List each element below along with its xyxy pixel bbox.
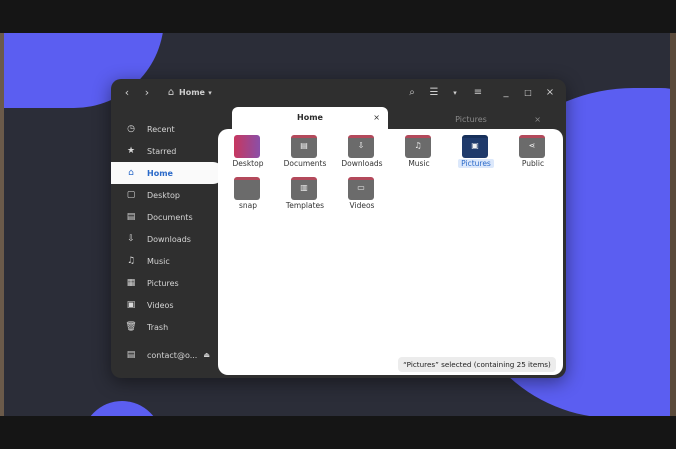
sidebar-item-label: Desktop (147, 190, 180, 200)
minimize-icon[interactable]: _ (499, 79, 513, 107)
sidebar-item-label: Music (147, 256, 170, 266)
file-item-desktop[interactable]: Desktop (218, 131, 278, 173)
sidebar-item-account[interactable]: ▤ contact@o... ⏏ (111, 344, 219, 366)
file-manager-window: ‹ › ⌂ Home ▾ ⌕ ☰ ▾ ≡ _ □ × Pictures × Ho… (111, 79, 566, 378)
download-icon: ⇩ (127, 234, 135, 244)
hamburger-menu-icon[interactable]: ≡ (471, 79, 485, 107)
letterbox-bottom (0, 416, 676, 449)
desktop-icon: ▢ (126, 190, 136, 200)
sidebar-item-videos[interactable]: ▣ Videos (111, 294, 219, 316)
letterbox-top (0, 0, 676, 33)
folder-icon: ♫ (405, 135, 431, 158)
file-item-snap[interactable]: snap (218, 173, 278, 215)
sidebar-item-label: Recent (147, 124, 175, 134)
wallpaper-blob-bottom (82, 401, 162, 416)
file-item-pictures[interactable]: ▣ Pictures (446, 131, 506, 173)
home-icon: ⌂ (167, 87, 175, 98)
file-name: Pictures (458, 159, 494, 168)
search-icon[interactable]: ⌕ (405, 79, 419, 107)
file-item-music[interactable]: ♫ Music (389, 131, 449, 173)
list-view-icon[interactable]: ☰ (427, 79, 441, 107)
file-item-videos[interactable]: ▭ Videos (332, 173, 392, 215)
caret-down-icon[interactable]: ▾ (205, 79, 215, 107)
file-item-templates[interactable]: ▥ Templates (275, 173, 335, 215)
file-view: Desktop ▤ Documents ⇩ Downloads ♫ Music … (218, 129, 563, 375)
file-name: Templates (285, 201, 325, 210)
sidebar-item-trash[interactable]: 🗑 Trash (111, 316, 219, 338)
header-bar: ‹ › ⌂ Home ▾ ⌕ ☰ ▾ ≡ _ □ × (111, 79, 566, 107)
file-item-documents[interactable]: ▤ Documents (275, 131, 335, 173)
sidebar-item-desktop[interactable]: ▢ Desktop (111, 184, 219, 206)
eject-icon[interactable]: ⏏ (203, 351, 210, 359)
file-name: Desktop (232, 159, 264, 168)
sidebar-item-label: Videos (147, 300, 174, 310)
folder-icon (234, 177, 260, 200)
folder-icon: ⋖ (519, 135, 545, 158)
file-item-downloads[interactable]: ⇩ Downloads (332, 131, 392, 173)
chevron-right-icon[interactable]: › (139, 79, 155, 107)
file-name: snap (238, 201, 258, 210)
tab-label: Pictures (455, 115, 487, 124)
file-name: Public (521, 159, 545, 168)
file-item-public[interactable]: ⋖ Public (503, 131, 563, 173)
sidebar-item-music[interactable]: ♫ Music (111, 250, 219, 272)
trash-icon: 🗑 (125, 322, 137, 332)
folder-icon: ▣ (462, 135, 488, 158)
sidebar-item-starred[interactable]: ★ Starred (111, 140, 219, 162)
video-icon: ▣ (126, 300, 136, 310)
star-icon: ★ (126, 146, 136, 156)
sidebar-item-recent[interactable]: ◷ Recent (111, 118, 219, 140)
status-overlay: “Pictures” selected (containing 25 items… (398, 357, 556, 372)
tab-label: Home (297, 113, 323, 122)
drive-icon: ▤ (126, 350, 136, 360)
sidebar-item-documents[interactable]: ▤ Documents (111, 206, 219, 228)
clock-icon: ◷ (127, 124, 135, 134)
maximize-icon[interactable]: □ (521, 79, 535, 107)
folder-icon: ▭ (348, 177, 374, 200)
close-icon[interactable]: × (373, 107, 380, 129)
sidebar-item-label: Trash (147, 322, 169, 332)
folder-icon: ▥ (291, 177, 317, 200)
picture-icon: ▦ (126, 278, 136, 288)
file-name: Music (408, 159, 430, 168)
document-icon: ▤ (126, 212, 136, 222)
home-icon: ⌂ (128, 168, 134, 178)
sidebar-item-label: Starred (147, 146, 177, 156)
chevron-left-icon[interactable]: ‹ (119, 79, 135, 107)
sidebar-item-pictures[interactable]: ▦ Pictures (111, 272, 219, 294)
caret-down-icon[interactable]: ▾ (449, 79, 461, 107)
sidebar-item-label: Pictures (147, 278, 179, 288)
location-label[interactable]: Home (179, 79, 205, 107)
sidebar-item-label: Home (147, 168, 173, 178)
sidebar-item-downloads[interactable]: ⇩ Downloads (111, 228, 219, 250)
background-edge-right (670, 33, 676, 416)
tab-pictures[interactable]: Pictures × (401, 111, 551, 129)
sidebar-item-label: contact@o... (147, 350, 198, 360)
sidebar-item-label: Documents (147, 212, 193, 222)
music-icon: ♫ (126, 256, 136, 266)
file-name: Downloads (341, 159, 383, 168)
folder-icon (234, 135, 260, 158)
folder-icon: ⇩ (348, 135, 374, 158)
file-name: Videos (349, 201, 375, 210)
close-icon[interactable]: × (543, 79, 557, 107)
folder-icon: ▤ (291, 135, 317, 158)
file-name: Documents (283, 159, 327, 168)
tab-home[interactable]: Home × (232, 107, 388, 129)
sidebar-item-home[interactable]: ⌂ Home (111, 162, 224, 184)
sidebar-item-label: Downloads (147, 234, 191, 244)
close-icon[interactable]: × (534, 111, 541, 129)
